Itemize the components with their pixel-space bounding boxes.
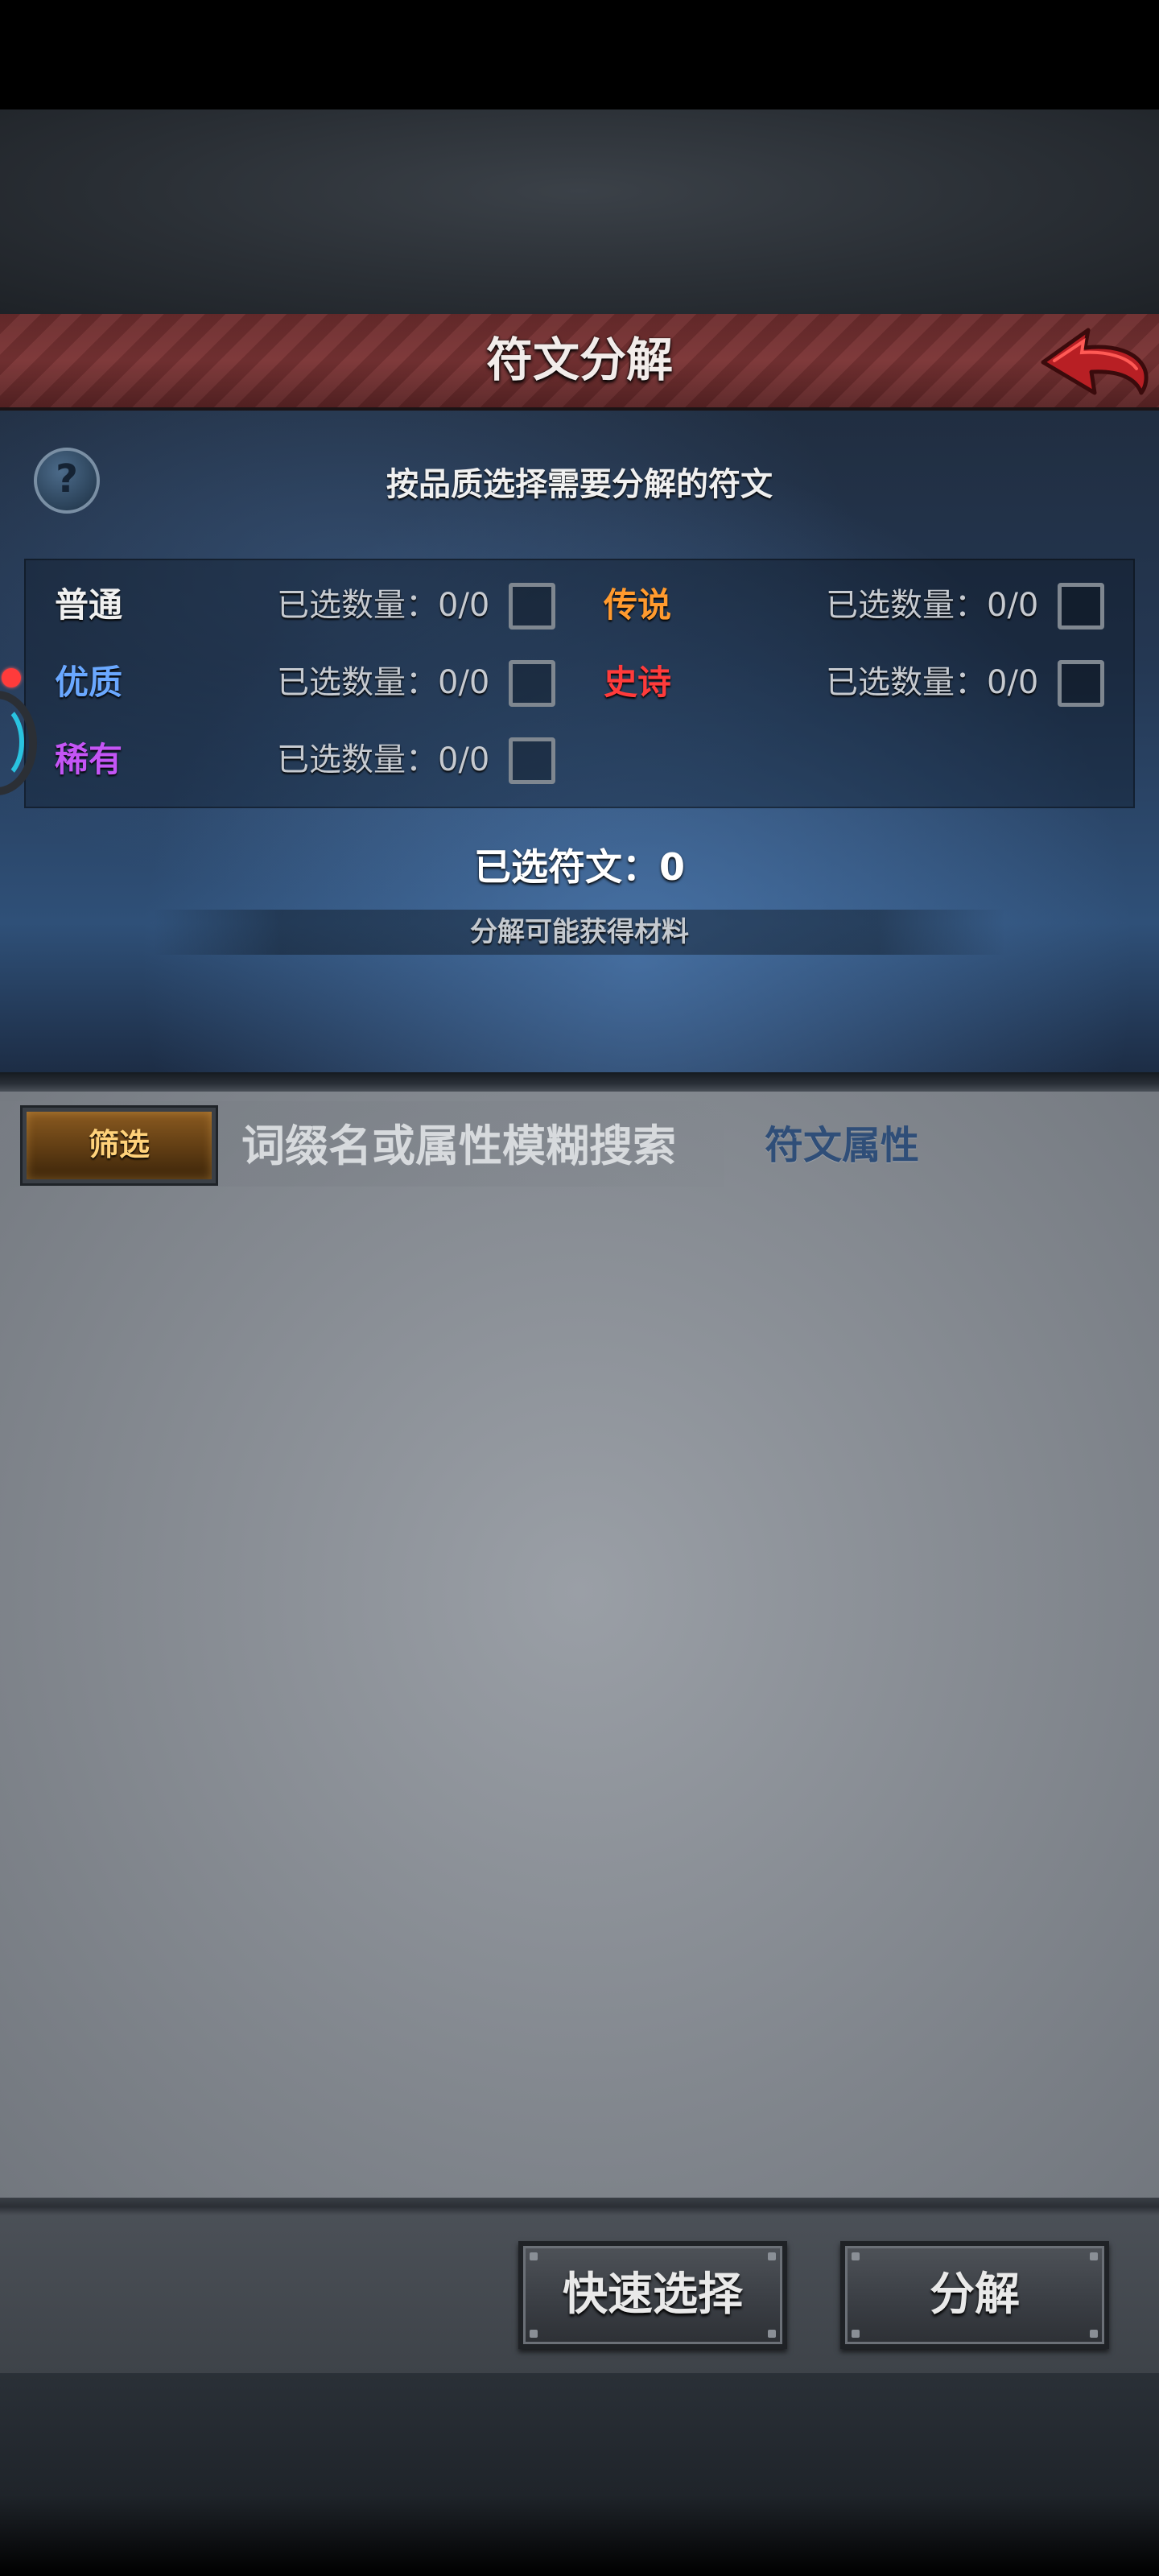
quality-count-epic: 已选数量：0/0 (826, 664, 1039, 701)
search-input[interactable] (241, 1109, 724, 1182)
checkbox-legendary[interactable] (1058, 583, 1104, 630)
bottom-background (0, 2373, 1159, 2576)
list-divider (0, 2198, 1159, 2215)
quick-select-label: 快速选择 (563, 2268, 743, 2321)
back-button[interactable] (1038, 319, 1151, 399)
quality-label-good: 优质 (55, 663, 123, 702)
checkbox-good[interactable] (509, 660, 555, 707)
status-bar-area (0, 0, 1159, 109)
materials-label: 分解可能获得材料 (470, 916, 689, 948)
quality-label-rare: 稀有 (55, 740, 123, 779)
back-arrow-icon (1041, 328, 1149, 395)
checkbox-epic[interactable] (1058, 660, 1104, 707)
panel-divider (0, 1072, 1159, 1092)
quality-select-heading: 按品质选择需要分解的符文 (386, 466, 773, 503)
quality-label-legendary: 传说 (604, 585, 672, 625)
quality-label-common: 普通 (55, 585, 123, 625)
decompose-label: 分解 (930, 2268, 1020, 2321)
quality-count-rare: 已选数量：0/0 (277, 741, 490, 778)
checkbox-common[interactable] (509, 583, 555, 630)
rune-attribute-tab[interactable]: 符文属性 (765, 1109, 942, 1182)
checkbox-rare[interactable] (509, 737, 555, 784)
decompose-button[interactable]: 分解 (840, 2241, 1109, 2349)
selected-runes-count: 已选符文：0 (473, 845, 685, 889)
notification-dot (2, 668, 21, 687)
quality-count-common: 已选数量：0/0 (277, 587, 490, 624)
quality-count-good: 已选数量：0/0 (277, 664, 490, 701)
quality-count-legendary: 已选数量：0/0 (826, 587, 1039, 624)
quality-label-epic: 史诗 (604, 663, 672, 702)
page-title: 符文分解 (485, 332, 673, 387)
rune-list[interactable] (0, 1191, 1159, 2198)
quick-select-button[interactable]: 快速选择 (518, 2241, 787, 2349)
filter-button[interactable]: 筛选 (23, 1108, 216, 1183)
top-background (0, 109, 1159, 314)
